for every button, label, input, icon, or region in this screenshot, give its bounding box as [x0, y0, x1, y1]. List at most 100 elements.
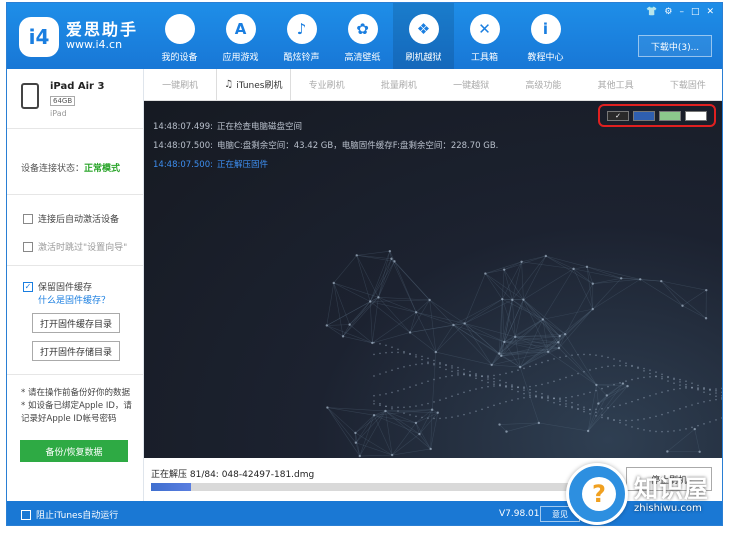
auto-activate-checkbox[interactable] [23, 213, 33, 224]
progress-status: 正在解压 81/84: 048-42497-181.dmg [151, 470, 315, 480]
nav-item-1[interactable]: A 应用游戏 [210, 3, 271, 69]
tab-4[interactable]: 一键越狱 [435, 69, 507, 100]
log-console: 14:48:07.499: 正在检查电脑磁盘空间 14:48:07.500: 电脑C:… [144, 101, 722, 458]
tools-icon: ✕ [469, 14, 500, 44]
watermark: ? 知识屋 zhishiwu.com [566, 463, 726, 529]
tab-7[interactable]: 下载固件 [652, 69, 722, 100]
apple-id-note: * 如设备已绑定Apple ID，请记录好Apple ID帐号密码 [21, 401, 132, 424]
nav-item-0[interactable]: 我的设备 [149, 3, 210, 69]
nav-label: 工具箱 [470, 53, 498, 63]
tab-label: 高级功能 [525, 81, 562, 91]
tab-3[interactable]: 批量刷机 [363, 69, 435, 100]
block-itunes-label: 阻止iTunes自动运行 [36, 511, 119, 521]
watermark-brand: 知识屋 [634, 475, 709, 503]
nav-item-6[interactable]: i 教程中心 [515, 3, 576, 69]
watermark-domain: zhishiwu.com [634, 503, 702, 514]
apple-icon [164, 14, 195, 44]
theme-swatch-1[interactable] [633, 110, 655, 121]
log-time: 14:48:07.500: [153, 160, 213, 170]
nav-item-4[interactable]: ❖ 刷机越狱 [393, 3, 454, 69]
progress-bar [151, 483, 616, 491]
keep-firmware-checkbox[interactable]: ✓ [23, 281, 33, 292]
watermark-circle: ? [566, 463, 628, 525]
app-title: 爱思助手 [66, 20, 139, 39]
skip-setup-label: 激活时跳过"设置向导" [38, 243, 128, 253]
nav-item-3[interactable]: ✿ 高清壁纸 [332, 3, 393, 69]
connection-status-value: 正常模式 [84, 164, 121, 174]
flower-icon: ✿ [347, 14, 378, 44]
auto-activate-label: 连接后自动激活设备 [38, 215, 120, 225]
window-controls: 👕 ⚙ – □ ✕ [646, 7, 714, 17]
open-cache-dir-button[interactable]: 打开固件缓存目录 [32, 313, 120, 333]
nav-label: 我的设备 [161, 53, 198, 63]
itunes-icon: ♫ [224, 79, 234, 90]
tab-1[interactable]: ♫ iTunes刷机 [216, 69, 291, 100]
theme-swatch-3[interactable] [685, 110, 707, 121]
connection-status-label: 设备连接状态： [21, 164, 85, 174]
connection-status: 设备连接状态：正常模式 [21, 161, 120, 174]
app-url: www.i4.cn [66, 38, 123, 51]
tab-label: 其他工具 [597, 81, 634, 91]
theme-swatch-0[interactable]: ✓ [607, 110, 629, 121]
flash-tabs: 一键刷机 ♫ iTunes刷机 专业刷机 批量刷机 一键越狱 高级功能 其他工具 下载固件 [144, 69, 722, 101]
log-line: 14:48:07.499: 正在检查电脑磁盘空间 [153, 118, 498, 137]
bell-icon: ♪ [286, 14, 317, 44]
skip-setup-option[interactable]: 激活时跳过"设置向导" [23, 240, 127, 253]
version-label: V7.98.01 [499, 509, 540, 519]
nav-item-5[interactable]: ✕ 工具箱 [454, 3, 515, 69]
log-text: 电脑C:盘剩余空间：43.42 GB，电脑固件缓存F:盘剩余空间：228.70 … [216, 141, 499, 151]
nav-label: 应用游戏 [222, 53, 259, 63]
nav-label: 酷炫铃声 [283, 53, 320, 63]
nav-label: 教程中心 [527, 53, 564, 63]
log-text: 正在解压固件 [216, 160, 268, 170]
log-line: 14:48:07.500: 电脑C:盘剩余空间：43.42 GB，电脑固件缓存F:… [153, 137, 498, 156]
block-itunes-checkbox[interactable] [21, 509, 31, 520]
tab-label: iTunes刷机 [236, 81, 283, 91]
tab-label: 下载固件 [669, 81, 706, 91]
app-logo: i4 爱思助手 www.i4.cn [19, 17, 138, 57]
info-icon: i [530, 14, 561, 44]
settings-icon[interactable]: ⚙ [664, 7, 672, 17]
keep-firmware-label: 保留固件缓存 [38, 283, 93, 293]
download-queue-button[interactable]: 下载中(3)... [638, 35, 712, 57]
progress-fill [151, 483, 191, 491]
i4-logo-icon: i4 [19, 17, 59, 57]
ipad-icon [21, 83, 39, 109]
log-time: 14:48:07.499: [153, 122, 213, 132]
device-name: iPad Air 3 [50, 81, 105, 92]
tab-5[interactable]: 高级功能 [507, 69, 579, 100]
nav-label: 高清壁纸 [344, 53, 381, 63]
device-card[interactable]: iPad Air 3 64GB iPad [7, 69, 143, 129]
backup-note: * 请在操作前备份好你的数据 [21, 388, 130, 398]
tab-2[interactable]: 专业刷机 [291, 69, 363, 100]
app-window: i4 爱思助手 www.i4.cn 我的设备 A 应用游戏 ♪ 酷炫铃声 ✿ 高清壁纸 ❖ 刷机… [6, 2, 723, 526]
main-nav: 我的设备 A 应用游戏 ♪ 酷炫铃声 ✿ 高清壁纸 ❖ 刷机越狱 ✕ 工具箱 i 教程中心 [149, 3, 576, 69]
block-itunes-option[interactable]: 阻止iTunes自动运行 [21, 508, 118, 521]
device-model: iPad [50, 109, 67, 118]
what-is-cache-link[interactable]: 什么是固件缓存？ [38, 293, 110, 306]
tab-0[interactable]: 一键刷机 [144, 69, 216, 100]
auto-activate-option[interactable]: 连接后自动激活设备 [23, 212, 119, 225]
theme-swatch-2[interactable] [659, 110, 681, 121]
log-time: 14:48:07.500: [153, 141, 213, 151]
question-icon: ? [582, 477, 616, 511]
tab-label: 一键越狱 [453, 81, 490, 91]
sidebar: iPad Air 3 64GB iPad 设备连接状态：正常模式 连接后自动激活… [7, 69, 144, 501]
dropbox-icon: ❖ [408, 14, 439, 44]
close-icon[interactable]: ✕ [706, 7, 714, 17]
maximize-icon[interactable]: □ [691, 7, 700, 17]
keep-firmware-option[interactable]: ✓ 保留固件缓存 [23, 280, 92, 293]
tab-6[interactable]: 其他工具 [580, 69, 652, 100]
app-store-icon: A [225, 14, 256, 44]
backup-restore-button[interactable]: 备份/恢复数据 [20, 440, 128, 462]
minimize-icon[interactable]: – [679, 7, 684, 17]
open-storage-dir-button[interactable]: 打开固件存储目录 [32, 341, 120, 361]
skip-setup-checkbox[interactable] [23, 241, 33, 252]
tab-label: 专业刷机 [308, 81, 345, 91]
theme-swatch-group: ✓ [598, 104, 716, 127]
skin-icon[interactable]: 👕 [646, 7, 657, 17]
nav-item-2[interactable]: ♪ 酷炫铃声 [271, 3, 332, 69]
log-line: 14:48:07.500: 正在解压固件 [153, 156, 498, 175]
tab-label: 一键刷机 [162, 81, 199, 91]
tab-label: 批量刷机 [380, 81, 417, 91]
